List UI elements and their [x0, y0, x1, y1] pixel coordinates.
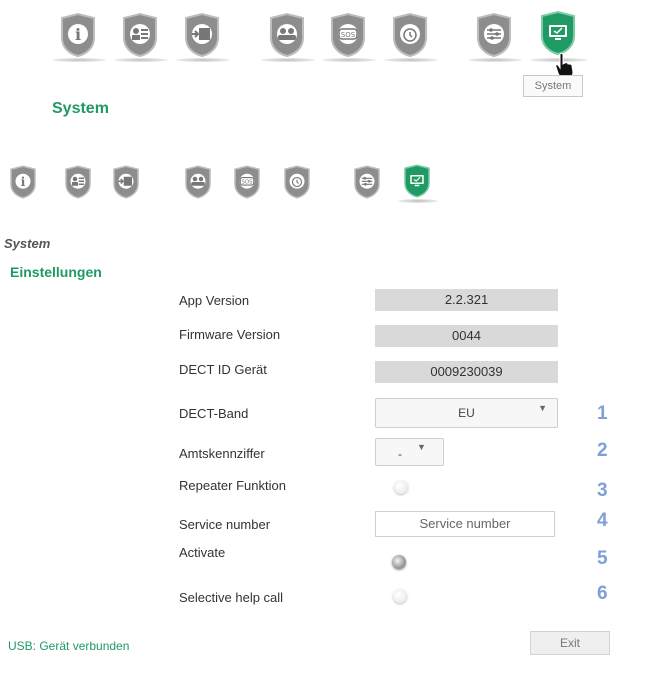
firmware-version-label: Firmware Version — [179, 327, 281, 342]
alarm-clock-icon[interactable] — [390, 12, 430, 58]
settings-sliders-icon[interactable] — [474, 12, 514, 58]
chevron-down-icon: ▼ — [538, 403, 547, 413]
dect-id-value: 0009230039 — [375, 361, 558, 383]
amtskennziffer-value: - — [398, 447, 402, 461]
card-exit-icon[interactable] — [182, 12, 222, 58]
section-title: System — [4, 236, 51, 251]
usb-status: USB: Gerät verbunden — [8, 639, 130, 653]
card-exit-icon[interactable] — [111, 164, 141, 200]
service-number-label: Service number — [179, 517, 271, 532]
info-icon[interactable]: i — [8, 164, 38, 200]
info-icon[interactable]: i — [58, 12, 98, 58]
activate-toggle[interactable] — [392, 555, 406, 569]
app-version-value: 2.2.321 — [375, 289, 558, 311]
annotation-number: 1 — [597, 403, 608, 424]
dect-band-select[interactable]: EU ▼ — [375, 398, 558, 428]
annotation-number: 6 — [597, 583, 608, 604]
service-number-input[interactable]: Service number — [375, 511, 555, 537]
annotation-number: 5 — [597, 548, 608, 569]
firmware-version-value: 0044 — [375, 325, 558, 347]
system-monitor-icon[interactable] — [402, 163, 432, 199]
repeater-label: Repeater Funktion — [179, 478, 286, 493]
svg-text:i: i — [21, 175, 26, 189]
sos-icon[interactable]: SOS — [328, 12, 368, 58]
dect-band-value: EU — [458, 406, 475, 420]
repeater-toggle[interactable] — [394, 480, 408, 494]
annotation-number: 4 — [597, 510, 608, 531]
svg-text:SOS: SOS — [341, 31, 356, 39]
settings-sliders-icon[interactable] — [352, 164, 382, 200]
system-monitor-icon[interactable] — [538, 10, 578, 56]
annotation-number: 3 — [597, 480, 608, 501]
alarm-clock-icon[interactable] — [282, 164, 312, 200]
amtskennziffer-select[interactable]: - ▼ — [375, 438, 444, 466]
page-title: System — [52, 100, 109, 117]
section-subtitle: Einstellungen — [10, 264, 102, 280]
amtskennziffer-label: Amtskennziffer — [179, 446, 265, 461]
svg-text:i: i — [75, 25, 81, 44]
annotation-number: 2 — [597, 440, 608, 461]
selective-help-toggle[interactable] — [393, 589, 407, 603]
sos-icon[interactable]: SOS — [232, 164, 262, 200]
exit-button[interactable]: Exit — [530, 631, 610, 655]
dect-band-label: DECT-Band — [179, 406, 249, 421]
activate-label: Activate — [179, 545, 226, 560]
selective-help-label: Selective help call — [179, 590, 284, 605]
chevron-down-icon: ▼ — [417, 442, 426, 452]
users-icon[interactable] — [183, 164, 213, 200]
users-icon[interactable] — [267, 12, 307, 58]
contact-card-icon[interactable] — [63, 164, 93, 200]
tooltip: System — [523, 75, 583, 97]
dect-id-label: DECT ID Gerät — [179, 362, 267, 377]
app-version-label: App Version — [179, 293, 250, 308]
contact-card-icon[interactable] — [120, 12, 160, 58]
svg-text:SOS: SOS — [242, 180, 253, 186]
